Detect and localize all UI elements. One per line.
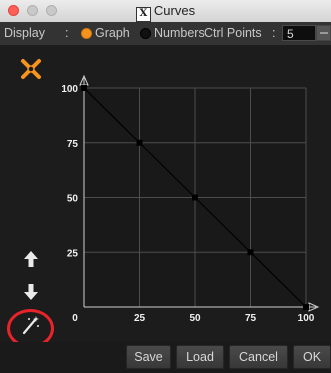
x-tick-label: 25 <box>134 313 146 324</box>
control-point[interactable] <box>136 139 143 146</box>
ctrl-points-stepper[interactable] <box>316 25 331 41</box>
window-title-text: Curves <box>153 3 196 18</box>
cancel-button[interactable]: Cancel <box>229 345 288 369</box>
display-separator: : <box>65 26 69 40</box>
y-tick-label: 25 <box>67 248 79 259</box>
x-tick-label: 100 <box>298 313 315 324</box>
control-point[interactable] <box>247 249 254 256</box>
title-bar: X Curves <box>0 0 331 23</box>
control-point[interactable] <box>303 304 309 310</box>
button-bar: Save Load Cancel OK <box>0 342 331 373</box>
numbers-radio-label[interactable]: Numbers <box>154 26 205 40</box>
control-point[interactable] <box>81 85 87 91</box>
ctrl-points-input[interactable]: 5 <box>282 25 316 41</box>
x-tick-label: 0 <box>72 313 78 324</box>
graph-radio-label[interactable]: Graph <box>95 26 130 40</box>
ok-button[interactable]: OK <box>293 345 331 369</box>
control-point[interactable] <box>192 194 198 201</box>
display-options-bar: Display : Graph Numbers Ctrl Points : 5 <box>0 22 331 45</box>
y-tick-label: 100 <box>61 84 78 95</box>
ctrl-points-separator: : <box>272 26 276 40</box>
window-title: X Curves <box>0 3 331 22</box>
y-tick-label: 50 <box>67 194 79 205</box>
y-tick-label: 75 <box>67 139 79 150</box>
save-button[interactable]: Save <box>126 345 171 369</box>
x-tick-label: 50 <box>189 313 201 324</box>
numbers-radio[interactable] <box>140 28 151 39</box>
x-tick-label: 75 <box>245 313 257 324</box>
curve-graph[interactable]: 0 25 50 75 100 100 75 50 25 <box>0 45 331 342</box>
graph-radio[interactable] <box>81 28 92 39</box>
display-label: Display <box>4 26 45 40</box>
ctrl-points-label: Ctrl Points <box>204 26 262 40</box>
load-button[interactable]: Load <box>176 345 224 369</box>
x11-app-icon: X <box>135 7 151 22</box>
